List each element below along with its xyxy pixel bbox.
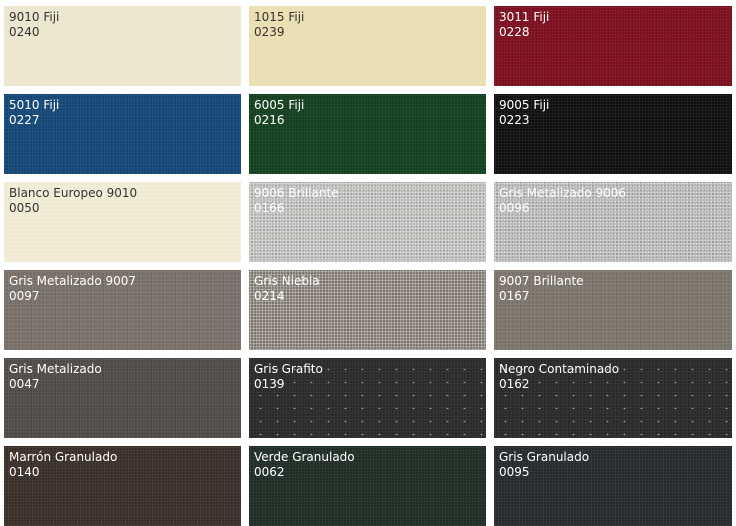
swatch-code: 0166 [254, 201, 285, 215]
color-swatch: Marrón Granulado 0140 [4, 446, 241, 526]
color-swatch: 5010 Fiji 0227 [4, 94, 241, 174]
swatch-label: Marrón Granulado 0140 [9, 450, 236, 480]
swatch-code: 0240 [9, 25, 40, 39]
color-swatch: Blanco Europeo 9010 0050 [4, 182, 241, 262]
swatch-code: 0227 [9, 113, 40, 127]
swatch-name: Gris Grafito [254, 362, 323, 376]
swatch-label: 6005 Fiji 0216 [254, 98, 481, 128]
swatch-code: 0228 [499, 25, 530, 39]
swatch-name: 1015 Fiji [254, 10, 305, 24]
color-swatch: 9006 Brillante 0166 [249, 182, 486, 262]
swatch-label: 1015 Fiji 0239 [254, 10, 481, 40]
swatch-name: Gris Metalizado 9007 [9, 274, 137, 288]
color-swatch: 9007 Brillante 0167 [494, 270, 732, 350]
color-swatch: Gris Granulado 0095 [494, 446, 732, 526]
color-swatch: Gris Grafito 0139 [249, 358, 486, 438]
swatch-code: 0095 [499, 465, 530, 479]
color-swatch: Gris Niebla 0214 [249, 270, 486, 350]
swatch-label: Verde Granulado 0062 [254, 450, 481, 480]
swatch-name: Gris Metalizado 9006 [499, 186, 627, 200]
swatch-name: 6005 Fiji [254, 98, 305, 112]
swatch-code: 0050 [9, 201, 40, 215]
swatch-name: 3011 Fiji [499, 10, 550, 24]
swatch-name: 9007 Brillante [499, 274, 584, 288]
swatch-name: Gris Niebla [254, 274, 320, 288]
swatch-code: 0140 [9, 465, 40, 479]
swatch-label: 9005 Fiji 0223 [499, 98, 727, 128]
color-swatch: 9010 Fiji 0240 [4, 6, 241, 86]
swatch-name: Verde Granulado [254, 450, 355, 464]
swatch-code: 0096 [499, 201, 530, 215]
swatch-name: 9010 Fiji [9, 10, 60, 24]
swatch-name: 5010 Fiji [9, 98, 60, 112]
swatch-name: Blanco Europeo 9010 [9, 186, 138, 200]
swatch-code: 0214 [254, 289, 285, 303]
swatch-name: Marrón Granulado [9, 450, 118, 464]
swatch-label: Gris Niebla 0214 [254, 274, 481, 304]
swatch-name: Negro Contaminado [499, 362, 620, 376]
swatch-label: Gris Metalizado 9006 0096 [499, 186, 727, 216]
color-swatch: Gris Metalizado 0047 [4, 358, 241, 438]
swatch-label: Negro Contaminado 0162 [499, 362, 727, 392]
swatch-label: Gris Metalizado 0047 [9, 362, 236, 392]
swatch-label: Gris Grafito 0139 [254, 362, 481, 392]
color-swatch-grid: 9010 Fiji 0240 1015 Fiji 0239 3011 Fiji 0228 5… [0, 0, 736, 526]
color-swatch: Gris Metalizado 9006 0096 [494, 182, 732, 262]
swatch-code: 0216 [254, 113, 285, 127]
swatch-code: 0162 [499, 377, 530, 391]
color-swatch: 9005 Fiji 0223 [494, 94, 732, 174]
color-swatch: Verde Granulado 0062 [249, 446, 486, 526]
color-swatch: Negro Contaminado 0162 [494, 358, 732, 438]
swatch-label: 3011 Fiji 0228 [499, 10, 727, 40]
swatch-label: Gris Granulado 0095 [499, 450, 727, 480]
swatch-name: 9006 Brillante [254, 186, 339, 200]
swatch-code: 0167 [499, 289, 530, 303]
swatch-code: 0062 [254, 465, 285, 479]
swatch-code: 0097 [9, 289, 40, 303]
color-swatch: 3011 Fiji 0228 [494, 6, 732, 86]
swatch-code: 0223 [499, 113, 530, 127]
swatch-label: 9007 Brillante 0167 [499, 274, 727, 304]
swatch-code: 0139 [254, 377, 285, 391]
color-swatch: Gris Metalizado 9007 0097 [4, 270, 241, 350]
swatch-name: Gris Metalizado [9, 362, 102, 376]
color-swatch: 6005 Fiji 0216 [249, 94, 486, 174]
color-swatch: 1015 Fiji 0239 [249, 6, 486, 86]
swatch-label: Gris Metalizado 9007 0097 [9, 274, 236, 304]
swatch-label: Blanco Europeo 9010 0050 [9, 186, 236, 216]
swatch-label: 5010 Fiji 0227 [9, 98, 236, 128]
swatch-name: 9005 Fiji [499, 98, 550, 112]
swatch-code: 0047 [9, 377, 40, 391]
swatch-name: Gris Granulado [499, 450, 590, 464]
swatch-code: 0239 [254, 25, 285, 39]
swatch-label: 9010 Fiji 0240 [9, 10, 236, 40]
swatch-label: 9006 Brillante 0166 [254, 186, 481, 216]
